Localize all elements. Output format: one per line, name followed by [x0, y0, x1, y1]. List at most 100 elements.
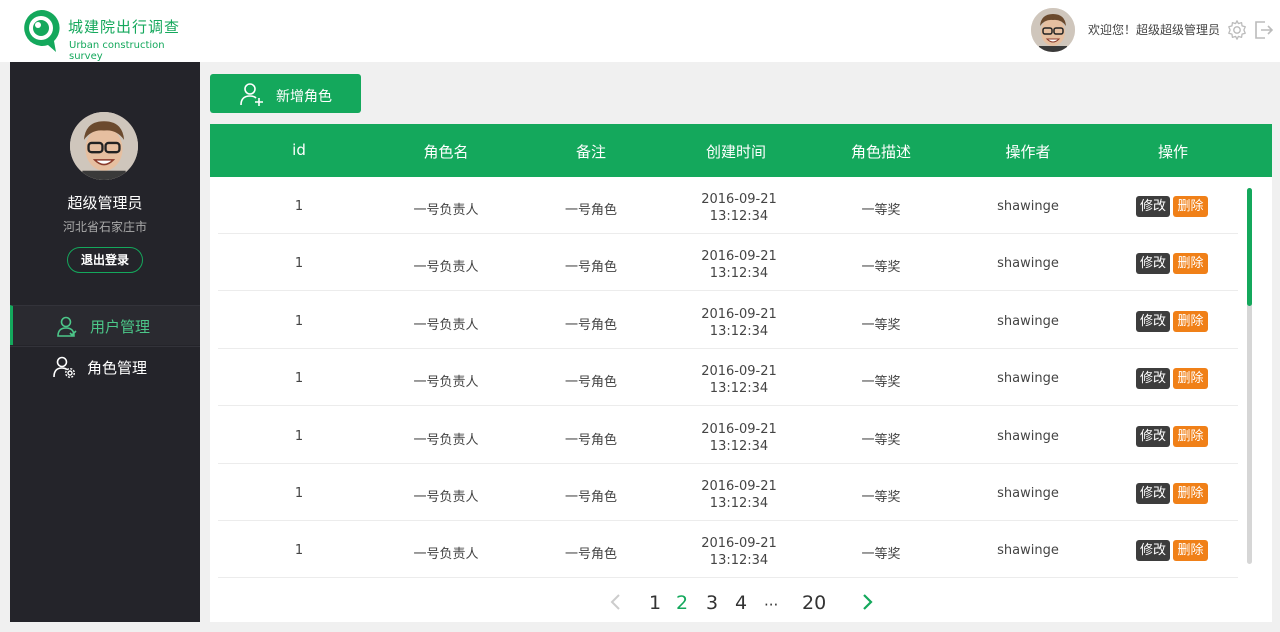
- sidebar: 超级管理员 河北省石家庄市 退出登录 用户管理 角色管理: [10, 62, 200, 622]
- cell-time: 13:12:34: [709, 439, 769, 454]
- cell-operator: shawinge: [997, 486, 1059, 501]
- table-row: 1 一号负责人 一号角色 一等奖 shawinge 2016-09-21 13:12:34 修…: [218, 521, 1238, 578]
- delete-button[interactable]: 删除: [1173, 540, 1208, 561]
- cell-role-name: 一号负责人: [413, 433, 479, 448]
- delete-button[interactable]: 删除: [1173, 311, 1208, 332]
- cell-operator: shawinge: [997, 371, 1059, 386]
- cell-created-time: 2016-09-21 13:12:34: [701, 421, 777, 455]
- column-header-role-description[interactable]: 角色描述: [851, 141, 911, 162]
- delete-button[interactable]: 删除: [1173, 196, 1208, 217]
- cell-date: 2016-09-21: [701, 364, 777, 379]
- sidebar-user-name: 超级管理员: [67, 194, 143, 212]
- cell-role-description: 一等奖: [861, 433, 901, 448]
- edit-button[interactable]: 修改: [1136, 368, 1170, 389]
- cell-remark: 一号角色: [564, 433, 618, 448]
- delete-button[interactable]: 删除: [1173, 483, 1208, 504]
- delete-button[interactable]: 删除: [1173, 253, 1208, 274]
- pagination: 1 2 3 4 ··· 20: [210, 584, 1272, 620]
- welcome-text: 欢迎您！超级超级管理员: [1088, 23, 1221, 37]
- cell-role-name: 一号负责人: [413, 203, 479, 218]
- scrollbar-thumb[interactable]: [1247, 188, 1252, 306]
- edit-button[interactable]: 修改: [1136, 483, 1170, 504]
- column-header-id[interactable]: id: [292, 141, 306, 159]
- cell-remark: 一号角色: [564, 203, 618, 218]
- cell-role-name: 一号负责人: [413, 490, 479, 505]
- page-3[interactable]: 3: [706, 592, 718, 614]
- chevron-right-icon[interactable]: [859, 593, 875, 611]
- edit-button[interactable]: 修改: [1136, 196, 1170, 217]
- user-icon: [57, 316, 77, 337]
- sidebar-avatar[interactable]: [70, 112, 138, 180]
- cell-date: 2016-09-21: [701, 536, 777, 551]
- logo-eye-icon: [24, 9, 60, 53]
- avatar-face-icon: [70, 112, 138, 180]
- table-row: 1 一号负责人 一号角色 一等奖 shawinge 2016-09-21 13:12:34 修…: [218, 234, 1238, 291]
- cell-role-name: 一号负责人: [413, 375, 479, 390]
- cell-date: 2016-09-21: [701, 479, 777, 494]
- exit-icon[interactable]: [1253, 19, 1273, 41]
- cell-role-name: 一号负责人: [413, 547, 479, 562]
- cell-created-time: 2016-09-21 13:12:34: [701, 535, 777, 569]
- cell-created-time: 2016-09-21 13:12:34: [701, 248, 777, 282]
- cell-remark: 一号角色: [564, 375, 618, 390]
- cell-created-time: 2016-09-21 13:12:34: [701, 191, 777, 225]
- delete-button[interactable]: 删除: [1173, 426, 1208, 447]
- page-20[interactable]: 20: [802, 592, 826, 614]
- cell-id: 1: [294, 256, 304, 271]
- page-2[interactable]: 2: [676, 592, 688, 614]
- add-user-icon: [240, 83, 263, 106]
- cell-role-description: 一等奖: [861, 260, 901, 275]
- cell-remark: 一号角色: [564, 260, 618, 275]
- sidebar-user-location: 河北省石家庄市: [62, 220, 147, 234]
- page-1[interactable]: 1: [649, 592, 661, 614]
- cell-time: 13:12:34: [709, 266, 769, 281]
- add-role-button[interactable]: 新增角色: [210, 74, 361, 113]
- sidebar-item-user-management[interactable]: 用户管理: [10, 305, 200, 345]
- cell-operator: shawinge: [997, 256, 1059, 271]
- edit-button[interactable]: 修改: [1136, 426, 1170, 447]
- cell-created-time: 2016-09-21 13:12:34: [701, 363, 777, 397]
- column-header-actions: 操作: [1157, 143, 1189, 161]
- cell-id: 1: [294, 199, 304, 214]
- cell-id: 1: [294, 543, 304, 558]
- cell-remark: 一号角色: [564, 490, 618, 505]
- cell-role-name: 一号负责人: [413, 260, 479, 275]
- cell-role-description: 一等奖: [861, 375, 901, 390]
- cell-operator: shawinge: [997, 543, 1059, 558]
- chevron-left-icon[interactable]: [608, 593, 624, 611]
- edit-button[interactable]: 修改: [1136, 540, 1170, 561]
- header-avatar[interactable]: [1031, 8, 1075, 52]
- page-4[interactable]: 4: [735, 592, 747, 614]
- logo[interactable]: 城建院出行调查 Urban construction survey: [20, 6, 190, 62]
- cell-created-time: 2016-09-21 13:12:34: [701, 306, 777, 340]
- cell-time: 13:12:34: [709, 381, 769, 396]
- logout-button[interactable]: 退出登录: [67, 247, 143, 273]
- cell-date: 2016-09-21: [701, 192, 777, 207]
- table-body: 1 一号负责人 一号角色 一等奖 shawinge 2016-09-21 13:12:34 修…: [218, 177, 1238, 582]
- cell-role-name: 一号负责人: [413, 318, 479, 333]
- cell-id: 1: [294, 429, 304, 444]
- table-row: 1 一号负责人 一号角色 一等奖 shawinge 2016-09-21 13:12:34 修…: [218, 292, 1238, 349]
- column-header-operator[interactable]: 操作者: [1005, 141, 1050, 162]
- edit-button[interactable]: 修改: [1136, 253, 1170, 274]
- cell-remark: 一号角色: [564, 547, 618, 562]
- delete-button[interactable]: 删除: [1173, 368, 1208, 389]
- cell-date: 2016-09-21: [701, 249, 777, 264]
- cell-id: 1: [294, 314, 304, 329]
- cell-role-description: 一等奖: [861, 490, 901, 505]
- sidebar-item-label: 用户管理: [90, 318, 151, 336]
- cell-role-description: 一等奖: [861, 547, 901, 562]
- sidebar-item-role-management[interactable]: 角色管理: [10, 346, 200, 386]
- cell-role-description: 一等奖: [861, 203, 901, 218]
- user-gear-icon: [53, 356, 76, 379]
- gear-icon[interactable]: [1226, 19, 1248, 41]
- column-header-remark[interactable]: 备注: [576, 141, 606, 162]
- edit-button[interactable]: 修改: [1136, 311, 1170, 332]
- logo-subtitle: Urban construction survey: [69, 40, 165, 62]
- cell-time: 13:12:34: [709, 496, 769, 511]
- cell-operator: shawinge: [997, 199, 1059, 214]
- column-header-created-time[interactable]: 创建时间: [706, 141, 766, 162]
- column-header-role-name[interactable]: 角色名: [423, 141, 468, 162]
- cell-created-time: 2016-09-21 13:12:34: [701, 478, 777, 512]
- table-header: id 角色名 备注 创建时间 角色描述 操作者 操作: [210, 124, 1272, 177]
